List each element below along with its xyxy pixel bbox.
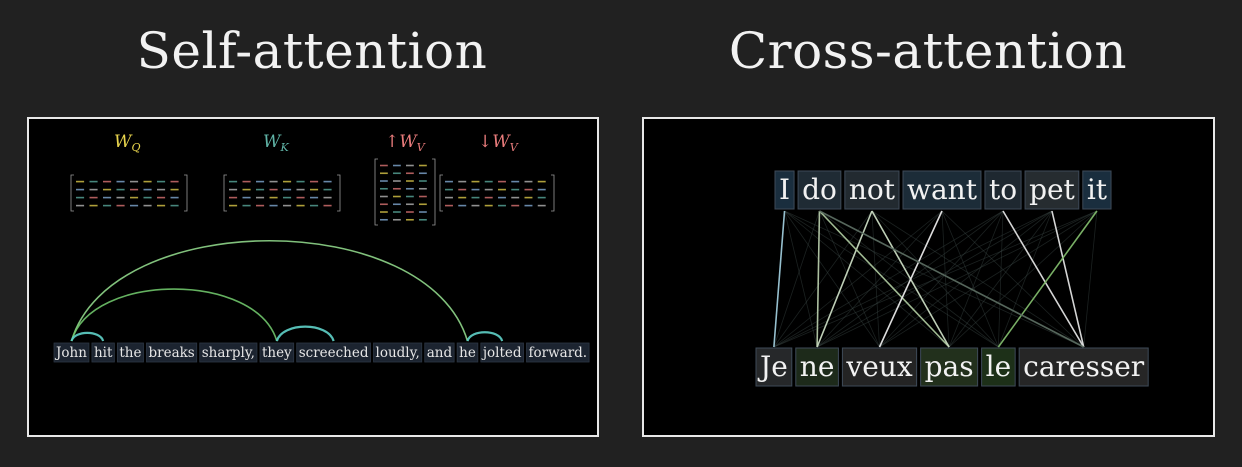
token: they [259, 342, 295, 363]
wq-label: WQ [114, 132, 141, 154]
faint-attention-link [871, 210, 880, 348]
token-text: breaks [148, 345, 194, 361]
faint-attention-link [819, 210, 880, 348]
token: breaks [146, 342, 198, 363]
token: and [424, 342, 455, 363]
token-text: pas [925, 350, 974, 383]
cross-attention-diagram: Ido not want to pet it Je ne veux pas le caresser [755, 170, 1149, 387]
faint-attention-link [1083, 210, 1098, 348]
token-text: do [802, 173, 837, 206]
matrix-label-wv-up: ↑WV [385, 132, 426, 154]
token: John [53, 342, 90, 363]
faint-attention-link [816, 210, 943, 348]
token: hit [91, 342, 115, 363]
token-text: sharply, [202, 345, 255, 361]
token: it [1082, 170, 1112, 210]
token: to [984, 170, 1022, 210]
matrix-label-wq: WQ [114, 132, 141, 154]
token: want [902, 170, 982, 210]
token: pet [1024, 170, 1080, 210]
attention-arc [466, 331, 504, 342]
self-attention-panel: WQ WK ↑WV ↓WV John hit the breaks sharply, th… [27, 117, 599, 437]
attention-arc [70, 331, 105, 342]
token: he [456, 342, 479, 363]
token-text: veux [845, 350, 912, 383]
token-text: screeched [299, 345, 369, 361]
matrix-label-wk: WK [263, 132, 289, 154]
faint-attention-link [784, 210, 950, 348]
token-text: loudly, [376, 345, 420, 361]
cross-attention-panel: Ido not want to pet it Je ne veux pas le caresser [642, 117, 1215, 437]
token-text: the [119, 345, 141, 361]
token-text: hit [94, 345, 113, 361]
token-text: I [779, 173, 790, 206]
token: not [844, 170, 900, 210]
faint-attention-link [941, 210, 950, 348]
faint-attention-link [948, 210, 1053, 348]
matrix-label-wv-down: ↓WV [478, 132, 519, 154]
token: screeched [296, 342, 371, 363]
faint-attention-link [879, 210, 1004, 348]
token: veux [841, 347, 918, 387]
attention-arc [275, 325, 335, 342]
attention-link [773, 210, 786, 348]
weight-matrix [223, 174, 341, 212]
token-text: and [427, 345, 453, 361]
token: Je [755, 347, 793, 387]
wv-down-label: ↓WV [478, 132, 519, 154]
token-text: le [986, 350, 1012, 383]
self-attention-diagram: WQ WK ↑WV ↓WV John hit the breaks sharply, th… [53, 132, 590, 363]
weight-matrix [70, 174, 188, 212]
token: le [981, 347, 1016, 387]
faint-attention-link [948, 210, 1098, 348]
token: pas [920, 347, 979, 387]
token: loudly, [373, 342, 423, 363]
weight-matrix [374, 158, 436, 226]
token: sharply, [199, 342, 258, 363]
token-text: want [907, 173, 978, 206]
title-cross-attention: Cross-attention [728, 22, 1128, 80]
weight-matrix [439, 174, 555, 212]
token-text: pet [1029, 173, 1075, 206]
token: ne [795, 347, 839, 387]
token: I [774, 170, 795, 210]
token-text: jolted [481, 345, 522, 361]
title-self-attention: Self-attention [136, 22, 488, 80]
token: forward. [526, 342, 590, 363]
token-text: he [459, 345, 476, 361]
wv-up-label: ↑WV [385, 132, 426, 154]
faint-attention-link [773, 210, 1053, 348]
token-text: they [262, 345, 292, 361]
token-text: not [849, 173, 896, 206]
attention-link [1051, 210, 1085, 348]
token-text: John [54, 345, 87, 361]
attention-link [816, 210, 821, 348]
token-text: to [989, 173, 1017, 206]
token: do [797, 170, 842, 210]
token-text: Je [757, 350, 788, 383]
token-text: it [1087, 173, 1108, 206]
token-text: forward. [529, 345, 588, 361]
token: caresser [1018, 347, 1149, 387]
token-text: caresser [1023, 350, 1145, 383]
attention-arc [70, 288, 278, 342]
token: jolted [480, 342, 524, 363]
token: the [116, 342, 144, 363]
token-text: ne [800, 350, 835, 383]
faint-attention-link [871, 210, 1084, 348]
wk-label: WK [263, 132, 289, 154]
